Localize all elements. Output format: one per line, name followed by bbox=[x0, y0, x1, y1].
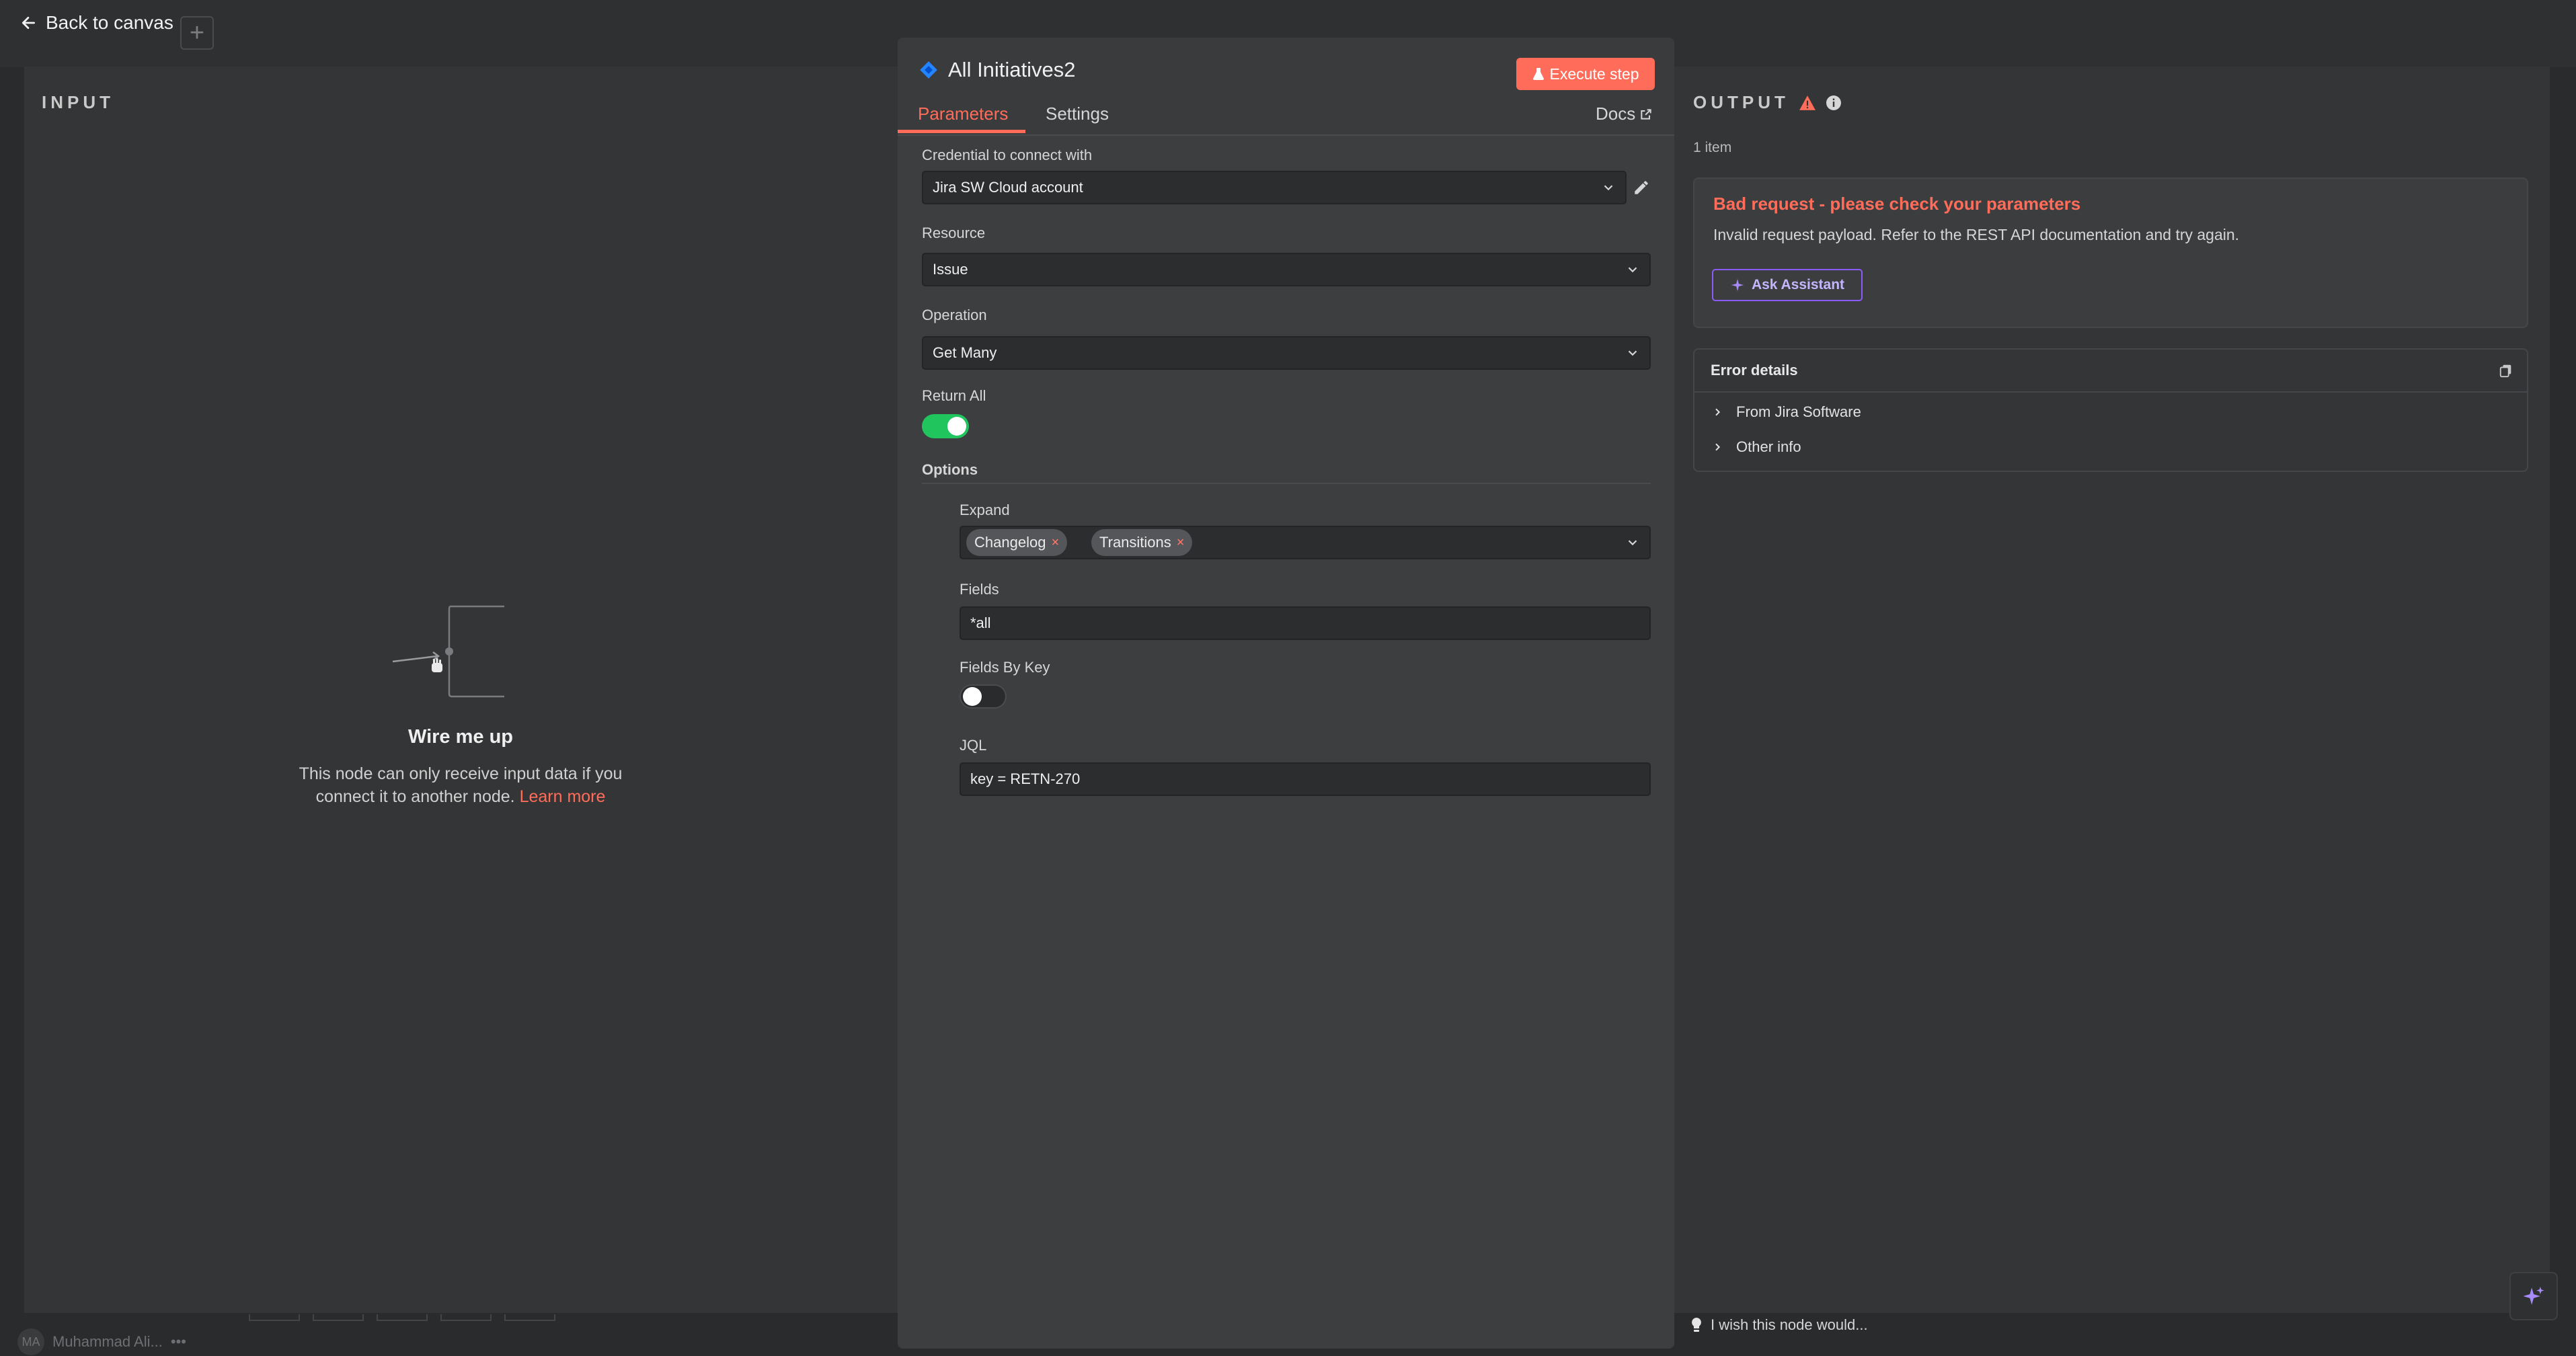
external-link-icon bbox=[1641, 108, 1651, 120]
chip-changelog[interactable]: Changelog × bbox=[966, 529, 1068, 556]
credential-value: Jira SW Cloud account bbox=[933, 179, 1083, 196]
canvas-control bbox=[440, 1314, 492, 1321]
input-pane-title: INPUT bbox=[42, 92, 114, 112]
chevron-down-icon bbox=[1604, 185, 1613, 191]
ask-assistant-button[interactable]: Ask Assistant bbox=[1712, 269, 1863, 301]
error-description: Invalid request payload. Refer to the RE… bbox=[1713, 226, 2240, 243]
jql-value: key = RETN-270 bbox=[970, 770, 1081, 787]
info-icon[interactable] bbox=[1826, 95, 1842, 111]
resource-label: Resource bbox=[922, 225, 986, 241]
error-detail-from-jira[interactable]: From Jira Software bbox=[1712, 403, 1861, 421]
return-all-label: Return All bbox=[922, 387, 986, 404]
fields-value: *all bbox=[970, 614, 991, 631]
lightbulb-icon bbox=[1692, 1318, 1701, 1332]
fields-input[interactable]: *all bbox=[960, 606, 1651, 640]
credential-label: Credential to connect with bbox=[922, 147, 1093, 163]
node-parameters-panel: All Initiatives2 Execute step Parameters… bbox=[898, 38, 1674, 1349]
canvas-control bbox=[377, 1314, 428, 1321]
operation-select[interactable]: Get Many bbox=[922, 336, 1651, 370]
jql-input[interactable]: key = RETN-270 bbox=[960, 762, 1651, 796]
output-pane-title: OUTPUT bbox=[1693, 92, 1842, 113]
ask-assistant-label: Ask Assistant bbox=[1751, 277, 1845, 292]
operation-value: Get Many bbox=[933, 344, 997, 361]
avatar: MA bbox=[17, 1328, 44, 1355]
expand-multiselect[interactable]: Changelog × Transitions × bbox=[960, 526, 1651, 559]
panel-header: All Initiatives2 Execute step Parameters… bbox=[898, 38, 1674, 136]
copy-icon[interactable] bbox=[2499, 363, 2513, 378]
toggle-knob bbox=[947, 417, 966, 436]
wire-me-up-description: This node can only receive input data if… bbox=[282, 762, 639, 808]
wire-connection-illustration bbox=[392, 605, 504, 698]
tab-settings[interactable]: Settings bbox=[1046, 104, 1109, 124]
feedback-wish-link[interactable]: I wish this node would... bbox=[1690, 1316, 1868, 1334]
detail-label: Other info bbox=[1736, 438, 1801, 455]
resource-value: Issue bbox=[933, 261, 968, 278]
return-all-toggle[interactable] bbox=[922, 414, 969, 438]
active-tab-indicator bbox=[898, 130, 1025, 133]
warning-icon[interactable] bbox=[1799, 95, 1816, 111]
chevron-down-icon bbox=[1628, 350, 1637, 356]
remove-chip-icon[interactable]: × bbox=[1177, 535, 1185, 551]
chip-transitions[interactable]: Transitions × bbox=[1091, 529, 1193, 556]
credential-select[interactable]: Jira SW Cloud account bbox=[922, 171, 1627, 204]
tab-parameters[interactable]: Parameters bbox=[918, 104, 1008, 124]
sparkle-icon bbox=[1731, 278, 1744, 292]
back-to-canvas-label: Back to canvas bbox=[46, 12, 173, 33]
error-title: Bad request - please check your paramete… bbox=[1713, 194, 2081, 214]
operation-label: Operation bbox=[922, 307, 987, 323]
expand-chips: Changelog × Transitions × bbox=[966, 529, 1235, 556]
error-message-box: Bad request - please check your paramete… bbox=[1693, 177, 2528, 328]
remove-chip-icon[interactable]: × bbox=[1051, 535, 1059, 551]
error-detail-other-info[interactable]: Other info bbox=[1712, 438, 1801, 456]
canvas-control bbox=[504, 1314, 555, 1321]
canvas-control bbox=[249, 1314, 300, 1321]
flask-icon bbox=[1532, 68, 1544, 80]
wire-me-up-title: Wire me up bbox=[407, 726, 514, 748]
jira-icon bbox=[920, 61, 937, 79]
learn-more-link[interactable]: Learn more bbox=[520, 787, 606, 806]
more-options-icon[interactable]: ••• bbox=[171, 1333, 186, 1351]
execute-step-label: Execute step bbox=[1549, 65, 1639, 83]
back-to-canvas-link[interactable]: Back to canvas bbox=[20, 12, 173, 34]
options-divider bbox=[922, 483, 1651, 484]
docs-link[interactable]: Docs bbox=[1596, 104, 1653, 124]
toggle-knob bbox=[963, 687, 982, 706]
add-node-button[interactable]: + bbox=[180, 16, 214, 50]
resource-select[interactable]: Issue bbox=[922, 253, 1651, 286]
output-label: OUTPUT bbox=[1693, 92, 1789, 112]
user-name: Muhammad Ali... bbox=[52, 1333, 163, 1350]
error-details-title: Error details bbox=[1711, 362, 1798, 378]
hand-cursor-icon bbox=[432, 658, 442, 672]
arrow-left-icon bbox=[22, 17, 35, 29]
wish-text: I wish this node would... bbox=[1711, 1316, 1868, 1333]
detail-label: From Jira Software bbox=[1736, 403, 1861, 420]
sparkle-icon bbox=[2523, 1286, 2544, 1305]
chip-label: Changelog bbox=[974, 534, 1046, 551]
chevron-down-icon bbox=[1628, 267, 1637, 273]
output-items-count: 1 item bbox=[1693, 140, 1732, 155]
node-title[interactable]: All Initiatives2 bbox=[948, 58, 1076, 82]
docs-label: Docs bbox=[1596, 104, 1636, 124]
chip-label: Transitions bbox=[1099, 534, 1171, 551]
canvas-control bbox=[313, 1314, 364, 1321]
chevron-right-icon bbox=[1715, 408, 1721, 416]
execute-step-button[interactable]: Execute step bbox=[1516, 58, 1655, 90]
fields-label: Fields bbox=[960, 581, 999, 598]
pencil-icon[interactable] bbox=[1633, 179, 1650, 196]
error-details-header: Error details bbox=[1694, 350, 2527, 393]
jql-label: JQL bbox=[960, 737, 987, 754]
options-label: Options bbox=[922, 461, 978, 478]
expand-label: Expand bbox=[960, 502, 1010, 518]
ai-assistant-button[interactable] bbox=[2509, 1272, 2558, 1320]
fields-by-key-toggle[interactable] bbox=[960, 684, 1007, 709]
fields-by-key-label: Fields By Key bbox=[960, 659, 1050, 676]
user-menu[interactable]: MA Muhammad Ali... ••• bbox=[17, 1328, 186, 1355]
chevron-down-icon bbox=[1628, 540, 1637, 546]
error-details-box: Error details From Jira Software Other i… bbox=[1693, 348, 2528, 472]
chevron-right-icon bbox=[1715, 443, 1721, 451]
